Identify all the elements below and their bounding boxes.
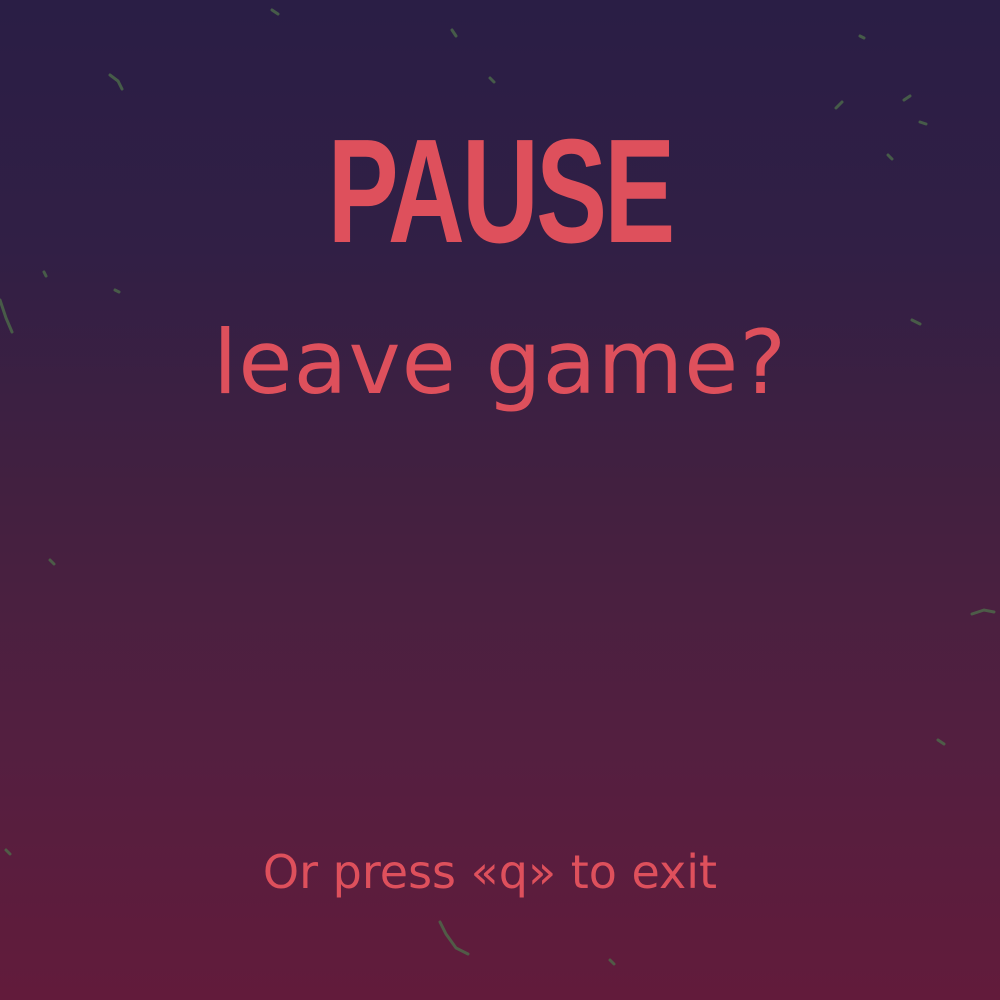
- leave-game-button[interactable]: leave game?: [0, 308, 1000, 418]
- pause-screen: { "pause_menu": { "title": "PAUSE", "lea…: [0, 0, 1000, 1000]
- exit-hint: Or press «q» to exit: [262, 845, 718, 899]
- pause-title: PAUSE: [327, 109, 676, 274]
